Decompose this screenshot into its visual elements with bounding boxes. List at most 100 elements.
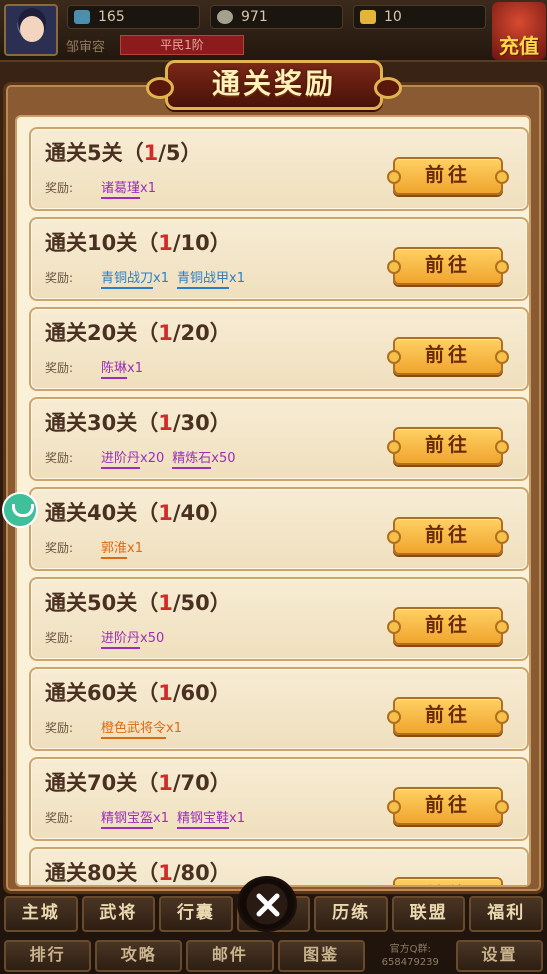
progress-total: /20） <box>172 321 231 345</box>
reward-item[interactable]: 青铜战甲x1 <box>176 267 245 289</box>
reward-item-name: 陈琳 <box>101 361 128 379</box>
close-button[interactable] <box>237 876 297 932</box>
reward-item-name: 精炼石 <box>172 451 212 469</box>
nav-training-button[interactable]: 历练 <box>314 896 388 932</box>
reward-item-name: 郭淮 <box>101 541 128 559</box>
reward-item-qty: x50 <box>211 451 236 466</box>
player-name: 邹审容 <box>66 40 106 55</box>
reward-label: 奖励: <box>45 631 74 645</box>
reward-item[interactable]: 进阶丹x50 <box>101 627 165 649</box>
player-avatar[interactable] <box>4 4 58 56</box>
go-button[interactable]: 前往 <box>387 517 509 555</box>
reward-item-qty: x1 <box>166 721 182 736</box>
progress-open: （ <box>137 771 159 795</box>
card-title: 通关80关（1/80） <box>45 857 231 885</box>
progress-total: /5） <box>158 141 202 165</box>
progress-current: 1 <box>158 591 173 615</box>
stage-label: 通关70关 <box>45 771 138 795</box>
go-button[interactable]: 前往 <box>387 247 509 285</box>
reward-item[interactable]: 精炼石x50 <box>172 447 236 469</box>
jade-icon <box>74 10 90 24</box>
go-button[interactable]: 前往 <box>387 157 509 195</box>
reward-items: 进阶丹x20 精炼石x50 <box>101 447 236 469</box>
go-button[interactable]: 前往 <box>387 337 509 375</box>
nav-alliance-button[interactable]: 联盟 <box>391 896 466 932</box>
card-title: 通关10关（1/10） <box>45 227 231 257</box>
reward-label: 奖励: <box>45 181 74 195</box>
reward-item[interactable]: 精钢宝盔x1 <box>101 807 169 829</box>
progress-current: 1 <box>158 231 173 255</box>
reward-label: 奖励: <box>45 541 74 555</box>
reward-item-name: 进阶丹 <box>101 631 141 649</box>
player-rank-badge: 平民1阶 <box>120 35 244 55</box>
game-screen: 165 971 10 邹审容 平民1阶 充值 主城 武将 行囊 历练 联盟 福利 排行 攻… <box>0 0 547 974</box>
stage-label: 通关60关 <box>45 681 138 705</box>
sub-nav: 排行 攻略 邮件 图鉴 官方Q群: 658479239 设置 <box>0 940 547 972</box>
progress-open: （ <box>137 501 159 525</box>
reward-list[interactable]: 通关5关（1/5） 奖励: 诸葛瑾x1 前往 通关10关（1/10） 奖励: 青铜战刀x1 青… <box>29 127 529 885</box>
recharge-button[interactable]: 充值 <box>492 2 546 60</box>
coin-icon <box>217 10 233 24</box>
reward-item-qty: x1 <box>140 181 156 196</box>
nav-bag-button[interactable]: 行囊 <box>159 896 233 932</box>
card-title: 通关60关（1/60） <box>45 677 231 707</box>
nav-mail-button[interactable]: 邮件 <box>186 940 274 972</box>
progress-current: 1 <box>158 321 173 345</box>
card-title: 通关30关（1/30） <box>45 407 231 437</box>
reward-items: 橙色武将令x1 <box>101 717 182 739</box>
card-title: 通关50关（1/50） <box>45 587 231 617</box>
reward-item-name: 精钢宝盔 <box>101 811 154 829</box>
reward-card: 通关40关（1/40） 奖励: 郭淮x1 前往 <box>29 487 529 571</box>
reward-item[interactable]: 进阶丹x20 <box>101 447 164 469</box>
nav-generals-button[interactable]: 武将 <box>81 896 156 932</box>
progress-open: （ <box>137 231 159 255</box>
jade-counter: 165 <box>67 5 200 29</box>
nav-welfare-button[interactable]: 福利 <box>469 896 544 932</box>
reward-item-qty: x50 <box>140 631 165 646</box>
reward-item[interactable]: 诸葛瑾x1 <box>101 177 156 199</box>
dialog-title-plate: 通关奖励 <box>146 60 402 110</box>
stage-label: 通关80关 <box>45 861 138 885</box>
floating-assistant-icon[interactable] <box>2 492 38 528</box>
nav-codex-button[interactable]: 图鉴 <box>277 940 365 972</box>
reward-card: 通关20关（1/20） 奖励: 陈琳x1 前往 <box>29 307 529 391</box>
progress-open: （ <box>137 681 159 705</box>
reward-item[interactable]: 陈琳x1 <box>101 357 143 379</box>
reward-item[interactable]: 青铜战刀x1 <box>101 267 169 289</box>
card-title: 通关20关（1/20） <box>45 317 231 347</box>
dialog-title: 通关奖励 <box>211 67 336 100</box>
card-title: 通关70关（1/70） <box>45 767 231 797</box>
progress-open: （ <box>137 411 159 435</box>
reward-items: 郭淮x1 <box>101 537 143 559</box>
go-button[interactable]: 前往 <box>387 697 509 735</box>
progress-current: 1 <box>143 141 159 165</box>
progress-total: /70） <box>172 771 231 795</box>
reward-item-qty: x1 <box>229 811 245 826</box>
dialog-body: 通关5关（1/5） 奖励: 诸葛瑾x1 前往 通关10关（1/10） 奖励: 青铜战刀x1 青… <box>15 115 531 887</box>
card-title: 通关40关（1/40） <box>45 497 231 527</box>
go-button[interactable]: 前往 <box>387 607 509 645</box>
progress-total: /60） <box>172 681 231 705</box>
reward-label: 奖励: <box>45 451 74 465</box>
reward-item-name: 精钢宝鞋 <box>176 811 229 829</box>
reward-label: 奖励: <box>45 811 74 825</box>
reward-label: 奖励: <box>45 361 74 375</box>
qq-group-number: 658479239 <box>381 957 439 968</box>
reward-item-qty: x1 <box>153 811 169 826</box>
reward-item[interactable]: 橙色武将令x1 <box>101 717 182 739</box>
nav-ranking-button[interactable]: 排行 <box>4 940 92 972</box>
go-button[interactable]: 前往 <box>387 787 509 825</box>
go-button[interactable]: 前往 <box>393 877 503 885</box>
reward-card: 通关30关（1/30） 奖励: 进阶丹x20 精炼石x50 前往 <box>29 397 529 481</box>
reward-items: 诸葛瑾x1 <box>101 177 156 199</box>
go-button[interactable]: 前往 <box>387 427 509 465</box>
reward-item[interactable]: 郭淮x1 <box>101 537 143 559</box>
gold-counter: 10 <box>353 5 486 29</box>
reward-item[interactable]: 精钢宝鞋x1 <box>176 807 245 829</box>
nav-city-button[interactable]: 主城 <box>4 896 78 932</box>
nav-settings-button[interactable]: 设置 <box>455 940 544 972</box>
progress-current: 1 <box>158 501 173 525</box>
nav-guide-button[interactable]: 攻略 <box>95 940 183 972</box>
stage-label: 通关40关 <box>45 501 138 525</box>
progress-open: （ <box>122 141 144 165</box>
